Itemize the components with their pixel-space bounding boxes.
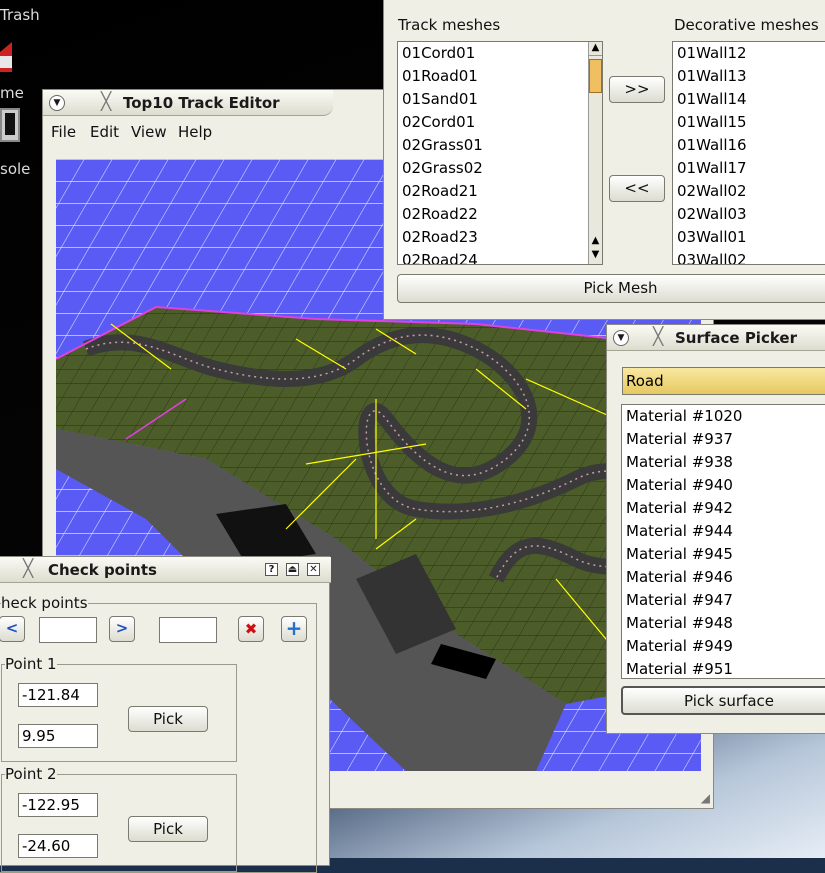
help-icon[interactable]: ?: [265, 563, 278, 576]
point2-pick-button[interactable]: Pick: [128, 816, 208, 842]
list-item[interactable]: Material #948: [622, 612, 825, 635]
track-mesh-items: 01Cord01 01Road01 01Sand01 02Cord01 02Grass0…: [398, 42, 602, 264]
list-item[interactable]: 01Wall17: [673, 157, 825, 180]
list-item[interactable]: 01Sand01: [398, 88, 602, 111]
list-item[interactable]: 02Wall03: [673, 203, 825, 226]
editor-titlebar[interactable]: ▼ ╳ Top10 Track Editor: [43, 90, 333, 116]
list-item[interactable]: 01Wall13: [673, 65, 825, 88]
point1-label: Point 1: [5, 655, 57, 673]
list-item[interactable]: 02Grass02: [398, 157, 602, 180]
list-item[interactable]: 01Wall14: [673, 88, 825, 111]
point1-pick-button[interactable]: Pick: [128, 706, 208, 732]
list-item[interactable]: Material #942: [622, 497, 825, 520]
remove-mesh-button[interactable]: <<: [609, 175, 665, 202]
desktop-icon-label: sole: [0, 160, 31, 178]
point2-x-field[interactable]: -122.95: [18, 793, 98, 817]
surface-titlebar[interactable]: ▼ ╳ Surface Picker: [607, 325, 825, 351]
track-list-scrollbar[interactable]: ▲ ▲ ▼: [588, 42, 602, 264]
list-item[interactable]: 03Wall02: [673, 249, 825, 264]
list-item[interactable]: 01Wall15: [673, 111, 825, 134]
scroll-up-icon[interactable]: ▲: [589, 42, 602, 56]
point1-y-field[interactable]: 9.95: [18, 724, 98, 748]
checkpoints-group-label: heck points: [1, 594, 88, 612]
mesh-picker-window: Track meshes Decorative meshes 01Cord01 0…: [383, 0, 825, 320]
home-icon[interactable]: [0, 42, 12, 72]
resize-grip-icon[interactable]: ◢: [701, 791, 710, 805]
list-item[interactable]: Material #937: [622, 428, 825, 451]
add-mesh-button[interactable]: >>: [609, 76, 665, 103]
list-item[interactable]: 02Road21: [398, 180, 602, 203]
list-item[interactable]: 02Wall02: [673, 180, 825, 203]
list-item[interactable]: 02Road24: [398, 249, 602, 264]
menu-view[interactable]: View: [131, 123, 167, 141]
list-item[interactable]: Material #947: [622, 589, 825, 612]
list-item[interactable]: 02Road22: [398, 203, 602, 226]
next-checkpoint-icon[interactable]: >: [109, 616, 135, 642]
point2-label: Point 2: [5, 765, 57, 783]
material-items: Material #1020 Material #937 Material #938…: [622, 405, 825, 678]
list-item[interactable]: 01Wall12: [673, 42, 825, 65]
desktop-icon-home[interactable]: me: [0, 84, 24, 102]
x-logo-icon: ╳: [101, 92, 112, 112]
surface-picker-window: ▼ ╳ Surface Picker Road Material #1020 Ma…: [606, 324, 825, 734]
list-item[interactable]: Material #946: [622, 566, 825, 589]
checkpoint-count-field[interactable]: [159, 617, 217, 643]
list-item[interactable]: Material #940: [622, 474, 825, 497]
scroll-thumb[interactable]: [589, 59, 602, 93]
point1-x-field[interactable]: -121.84: [18, 683, 98, 707]
list-item[interactable]: 02Grass01: [398, 134, 602, 157]
menu-edit[interactable]: Edit: [90, 123, 119, 141]
add-checkpoint-icon[interactable]: +: [281, 616, 307, 642]
delete-checkpoint-icon[interactable]: ✖: [238, 616, 264, 642]
list-item[interactable]: Material #951: [622, 658, 825, 678]
list-item[interactable]: 03Wall01: [673, 226, 825, 249]
decorative-mesh-list[interactable]: 01Wall12 01Wall13 01Wall14 01Wall15 01Wall16…: [672, 41, 825, 265]
list-item[interactable]: Material #1020: [622, 405, 825, 428]
list-item[interactable]: 02Cord01: [398, 111, 602, 134]
close-icon[interactable]: ✕: [307, 563, 320, 576]
window-menu-icon[interactable]: ▼: [49, 95, 65, 111]
shade-icon[interactable]: ⏏: [286, 563, 299, 576]
surface-type-select[interactable]: Road: [622, 367, 825, 395]
desktop-icon-trash[interactable]: Trash: [0, 6, 40, 24]
scroll-down-icon[interactable]: ▲ ▼: [589, 234, 602, 264]
menu-file[interactable]: File: [51, 123, 76, 141]
list-item[interactable]: 01Wall16: [673, 134, 825, 157]
track-mesh-list[interactable]: 01Cord01 01Road01 01Sand01 02Cord01 02Grass0…: [397, 41, 603, 265]
pick-mesh-button[interactable]: Pick Mesh: [397, 274, 825, 303]
list-item[interactable]: 01Cord01: [398, 42, 602, 65]
point2-y-field[interactable]: -24.60: [18, 834, 98, 858]
list-item[interactable]: Material #944: [622, 520, 825, 543]
window-menu-icon[interactable]: ▼: [613, 330, 629, 346]
menu-help[interactable]: Help: [178, 123, 212, 141]
editor-title: Top10 Track Editor: [123, 94, 280, 112]
track-meshes-label: Track meshes: [398, 16, 501, 34]
desktop-icon-label: me: [0, 84, 24, 102]
prev-checkpoint-icon[interactable]: <: [0, 616, 25, 642]
console-icon[interactable]: [0, 108, 20, 142]
list-item[interactable]: 01Road01: [398, 65, 602, 88]
decorative-meshes-label: Decorative meshes: [674, 16, 819, 34]
desktop-icon-label: Trash: [0, 6, 40, 24]
checkpoints-window: ╳ Check points ? ⏏ ✕ heck points < > ✖ +…: [0, 556, 331, 873]
checkpoint-index-field[interactable]: [39, 617, 97, 643]
checkpoints-titlebar[interactable]: ╳ Check points ? ⏏ ✕: [0, 557, 331, 583]
list-item[interactable]: Material #949: [622, 635, 825, 658]
surface-material-list[interactable]: Material #1020 Material #937 Material #938…: [621, 404, 825, 679]
checkpoints-title: Check points: [48, 561, 157, 579]
decorative-mesh-items: 01Wall12 01Wall13 01Wall14 01Wall15 01Wall16…: [673, 42, 825, 264]
desktop-icon-console[interactable]: sole: [0, 160, 30, 178]
list-item[interactable]: Material #945: [622, 543, 825, 566]
list-item[interactable]: 02Road23: [398, 226, 602, 249]
pick-surface-button[interactable]: Pick surface: [621, 686, 825, 715]
x-logo-icon: ╳: [23, 559, 34, 579]
x-logo-icon: ╳: [653, 327, 664, 347]
surface-title: Surface Picker: [675, 329, 797, 347]
list-item[interactable]: Material #938: [622, 451, 825, 474]
